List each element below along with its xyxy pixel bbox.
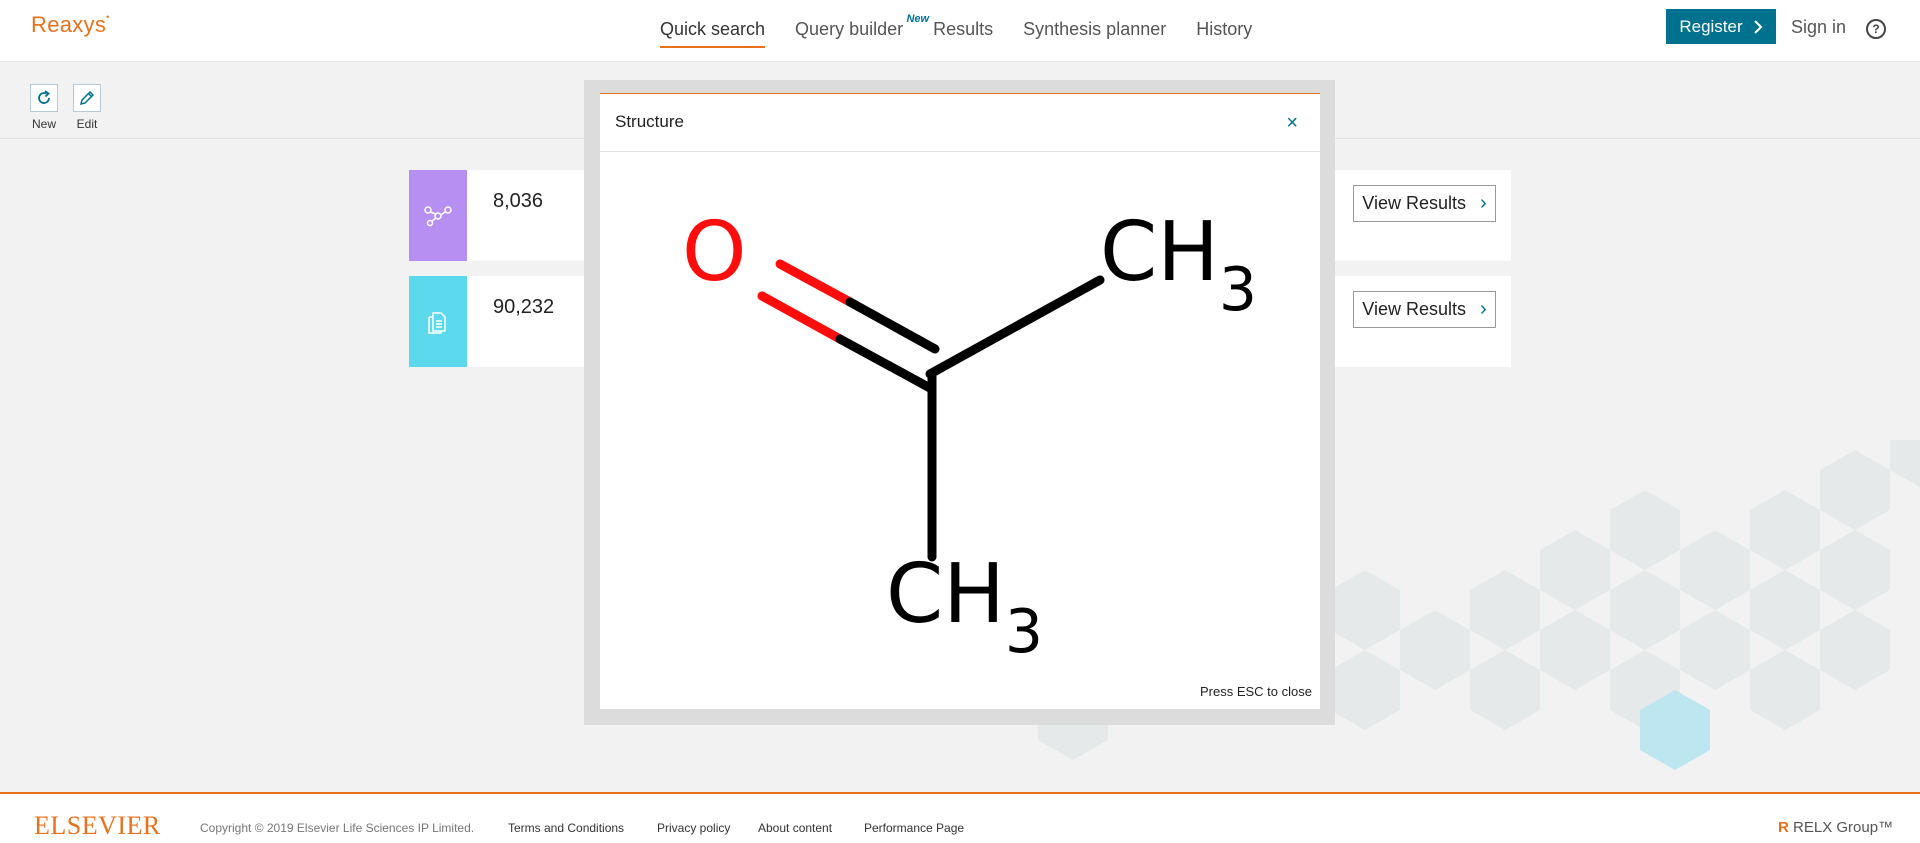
register-label: Register <box>1679 16 1743 36</box>
esc-hint: Press ESC to close <box>1200 684 1312 699</box>
close-icon[interactable]: × <box>1286 112 1298 135</box>
view-results-button[interactable]: View Results › <box>1353 291 1496 328</box>
methyl-bottom-atom: CH3 <box>886 547 1043 667</box>
modal-title: Structure <box>615 112 684 131</box>
chevron-right-icon <box>1753 19 1763 34</box>
chevron-right-icon: › <box>1480 192 1487 214</box>
elsevier-logo[interactable]: ELSEVIER <box>34 811 161 841</box>
edit-button[interactable]: Edit <box>67 84 107 131</box>
bond-co-upper <box>775 259 855 307</box>
bond-co-lower <box>757 291 845 344</box>
nav-synthesis-planner[interactable]: Synthesis planner <box>1023 19 1166 48</box>
register-button[interactable]: Register <box>1666 9 1776 44</box>
document-icon <box>409 276 467 367</box>
help-icon[interactable]: ? <box>1866 19 1886 39</box>
structure-modal: Structure × O CH3 CH3 Press ESC to close <box>600 93 1320 709</box>
oxygen-atom: O <box>682 205 747 300</box>
nav-results[interactable]: Results <box>933 19 993 48</box>
view-results-button[interactable]: View Results › <box>1353 185 1496 222</box>
main-nav: Quick search Query builder New Results S… <box>660 13 1282 48</box>
new-label: New <box>31 117 56 131</box>
new-button[interactable]: New <box>24 84 64 131</box>
terms-link[interactable]: Terms and Conditions <box>508 821 624 835</box>
nav-quick-search[interactable]: Quick search <box>660 19 766 48</box>
relx-r-icon: R <box>1778 819 1789 836</box>
nav-history[interactable]: History <box>1196 19 1252 48</box>
nav-query-builder[interactable]: Query builder New <box>795 13 929 48</box>
document-count: 90,232 <box>493 296 555 318</box>
footer: ELSEVIER Copyright © 2019 Elsevier Life … <box>0 792 1920 843</box>
view-results-label: View Results <box>1362 193 1467 213</box>
relx-logo[interactable]: R RELX Group™ <box>1778 819 1893 836</box>
bond-c-methyl-top <box>925 275 1105 379</box>
bond-co-lower-black <box>835 334 935 393</box>
sign-in-link[interactable]: Sign in <box>1791 17 1846 38</box>
top-header: Reaxys• Quick search Query builder New R… <box>0 0 1920 62</box>
edit-label: Edit <box>76 117 98 131</box>
new-badge: New <box>906 13 930 25</box>
substance-icon <box>409 170 467 261</box>
chevron-right-icon: › <box>1480 298 1487 320</box>
privacy-link[interactable]: Privacy policy <box>657 821 730 835</box>
methyl-top-atom: CH3 <box>1100 205 1257 325</box>
acetone-structure: O CH3 CH3 <box>682 205 1257 667</box>
nav-query-builder-label: Query builder <box>795 19 904 39</box>
refresh-icon <box>30 84 58 112</box>
bond-co-upper-black <box>845 297 940 354</box>
pencil-icon <box>73 84 101 112</box>
view-results-label: View Results <box>1362 299 1467 319</box>
copyright-text: Copyright © 2019 Elsevier Life Sciences … <box>200 821 475 835</box>
relx-label: RELX Group™ <box>1793 819 1894 836</box>
substance-count: 8,036 <box>493 190 544 212</box>
performance-page-link[interactable]: Performance Page <box>864 821 964 835</box>
about-content-link[interactable]: About content <box>758 821 832 835</box>
reaxys-logo[interactable]: Reaxys• <box>31 12 110 38</box>
